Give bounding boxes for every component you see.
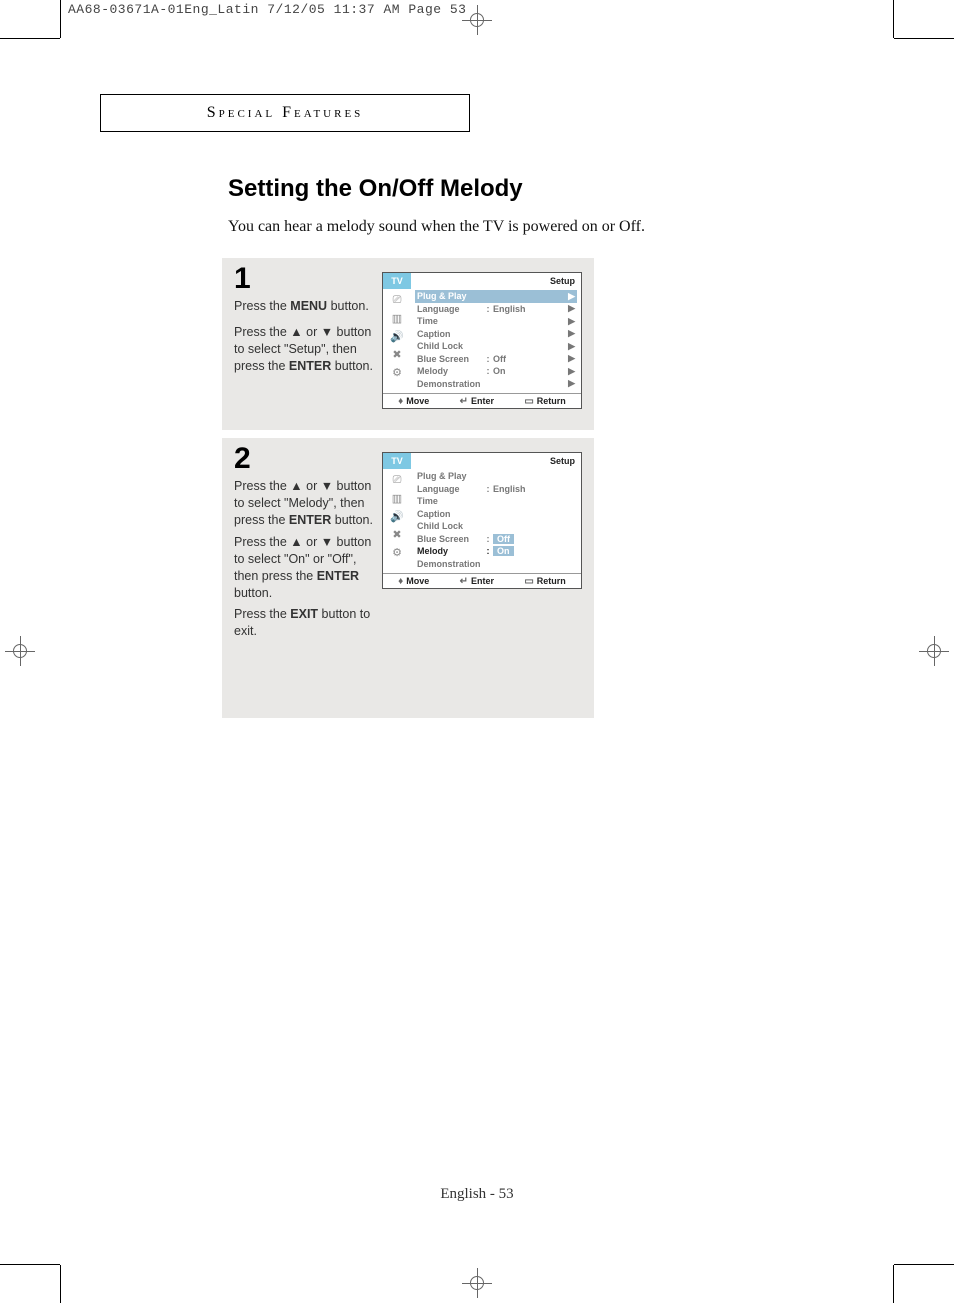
sound-icon: ▥ (392, 312, 402, 325)
crop-mark (894, 38, 954, 39)
osd-row-caption: Caption (415, 508, 577, 521)
osd-row-time: Time (415, 495, 577, 508)
osd-screenshot-2: TV Setup ⎚ ▥ 🔊 ✖ ⚙ Plug & Play Language:… (382, 452, 582, 589)
step-1-block: 1 Press the MENU button. Press the ▲ or … (222, 258, 594, 430)
registration-mark-icon (5, 636, 35, 666)
osd-row-demonstration: Demonstration (415, 558, 577, 571)
osd-tv-label: TV (383, 273, 411, 289)
crop-mark (60, 1265, 61, 1303)
osd-menu-list: Plug & Play▶ Language:English▶ Time▶ Cap… (411, 289, 581, 393)
osd-row-child-lock: Child Lock (415, 520, 577, 533)
page-number: English - 53 (440, 1186, 513, 1203)
step-text: Press the EXIT button to exit. (234, 606, 380, 640)
enter-icon: ↵ (460, 396, 468, 407)
return-icon: ▭ (524, 576, 533, 587)
cross-icon: ✖ (392, 348, 401, 361)
osd-row-melody: Melody:On▶ (415, 365, 577, 378)
crop-mark (894, 1264, 954, 1265)
osd-footer: ♦Move ↵Enter ▭Return (383, 393, 581, 408)
osd-tv-label: TV (383, 453, 411, 469)
crop-mark (60, 0, 61, 38)
page-subtitle: You can hear a melody sound when the TV … (228, 218, 645, 236)
osd-row-plug-play: Plug & Play (415, 470, 577, 483)
picture-icon: ⎚ (393, 474, 402, 487)
osd-row-blue-screen: Blue Screen:Off▶ (415, 353, 577, 366)
print-header: AA68-03671A-01Eng_Latin 7/12/05 11:37 AM… (68, 2, 466, 17)
sliders-icon: ⚙ (392, 366, 402, 379)
osd-menu-list: Plug & Play Language:English Time Captio… (411, 469, 581, 573)
crop-mark (0, 38, 60, 39)
registration-mark-icon (462, 5, 492, 35)
page-title: Setting the On/Off Melody (228, 175, 523, 203)
enter-icon: ↵ (460, 576, 468, 587)
osd-row-time: Time▶ (415, 315, 577, 328)
step-number: 1 (234, 262, 251, 296)
step-text: Press the ▲ or ▼ button to select "On" o… (234, 534, 380, 602)
osd-row-caption: Caption▶ (415, 328, 577, 341)
crop-mark (0, 1264, 60, 1265)
sound-icon: ▥ (392, 492, 402, 505)
registration-mark-icon (919, 636, 949, 666)
osd-row-demonstration: Demonstration▶ (415, 378, 577, 391)
osd-row-plug-play: Plug & Play▶ (415, 290, 577, 303)
crop-mark (893, 1265, 894, 1303)
step-text: Press the ▲ or ▼ button to select "Setup… (234, 324, 380, 375)
picture-icon: ⎚ (393, 294, 402, 307)
osd-row-language: Language:English▶ (415, 303, 577, 316)
step-text: Press the MENU button. (234, 298, 380, 315)
osd-side-icons: ⎚ ▥ 🔊 ✖ ⚙ (383, 469, 411, 573)
speaker-icon: 🔊 (390, 510, 404, 523)
section-header: Special Features (100, 94, 470, 132)
osd-row-language: Language:English (415, 483, 577, 496)
step-text: Press the ▲ or ▼ button to select "Melod… (234, 478, 380, 529)
return-icon: ▭ (524, 396, 533, 407)
crop-mark (893, 0, 894, 38)
move-icon: ♦ (398, 576, 403, 587)
step-2-block: 2 Press the ▲ or ▼ button to select "Mel… (222, 438, 594, 718)
registration-mark-icon (462, 1268, 492, 1298)
sliders-icon: ⚙ (392, 546, 402, 559)
osd-title: Setup (411, 273, 581, 289)
step-number: 2 (234, 442, 251, 476)
move-icon: ♦ (398, 396, 403, 407)
osd-row-child-lock: Child Lock▶ (415, 340, 577, 353)
osd-footer: ♦Move ↵Enter ▭Return (383, 573, 581, 588)
osd-side-icons: ⎚ ▥ 🔊 ✖ ⚙ (383, 289, 411, 393)
osd-title: Setup (411, 453, 581, 469)
osd-row-blue-screen: Blue Screen:Off (415, 533, 577, 546)
osd-screenshot-1: TV Setup ⎚ ▥ 🔊 ✖ ⚙ Plug & Play▶ Language… (382, 272, 582, 409)
cross-icon: ✖ (392, 528, 401, 541)
speaker-icon: 🔊 (390, 330, 404, 343)
osd-row-melody: Melody:On (415, 545, 577, 558)
